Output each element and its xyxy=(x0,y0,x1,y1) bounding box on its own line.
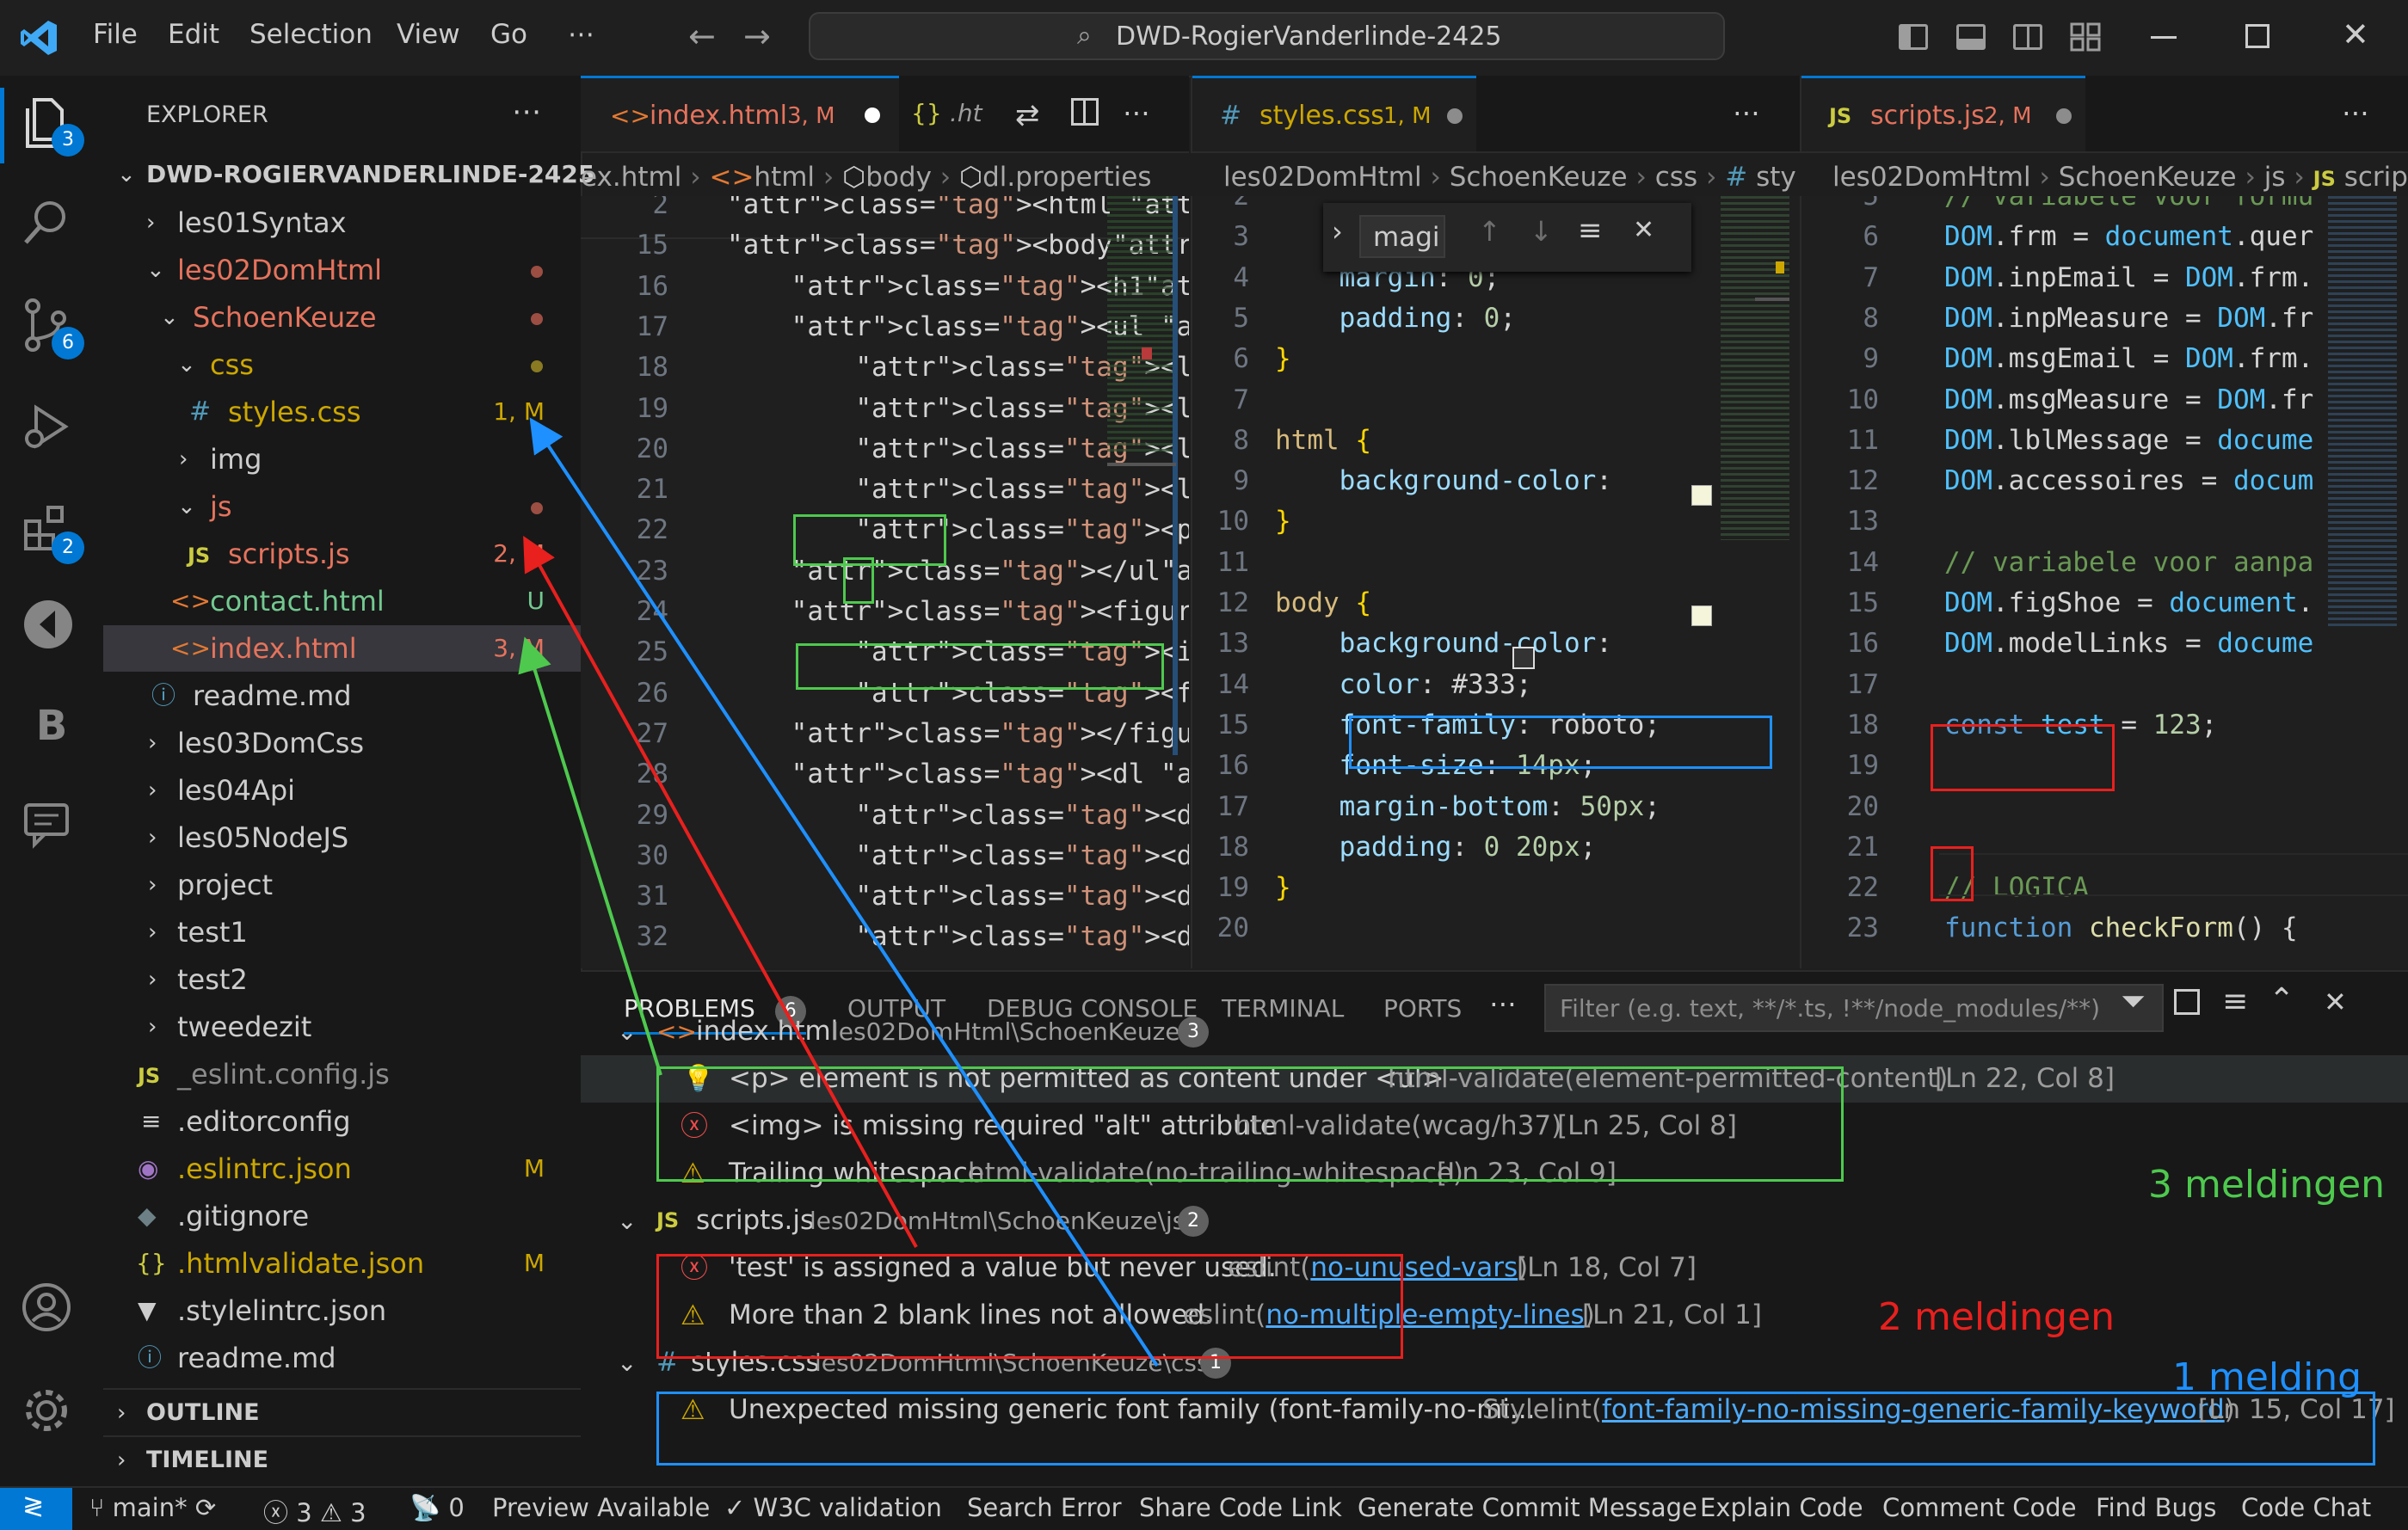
branch-icon: ⑂ xyxy=(89,1493,105,1522)
error-icon: ⓧ xyxy=(263,1498,289,1527)
annotation-arrows xyxy=(518,417,1159,1367)
find-bugs-status[interactable]: Find Bugs xyxy=(2096,1493,2216,1522)
search-error-status[interactable]: Search Error xyxy=(967,1493,1122,1522)
comment-code-status[interactable]: Comment Code xyxy=(1882,1493,2077,1522)
problems-status[interactable]: ⓧ 3 ⚠ 3 xyxy=(263,1493,366,1529)
branch-status[interactable]: ⑂ main* ⟳ xyxy=(89,1493,216,1522)
code-chat-status[interactable]: Code Chat xyxy=(2241,1493,2371,1522)
check-circle-icon: ✓ xyxy=(724,1493,746,1522)
share-code-link-status[interactable]: Share Code Link xyxy=(1139,1493,1342,1522)
w3c-validation-status[interactable]: ✓ W3C validation xyxy=(724,1493,942,1522)
generate-commit-status[interactable]: Generate Commit Message xyxy=(1358,1493,1697,1522)
explain-code-status[interactable]: Explain Code xyxy=(1700,1493,1863,1522)
remote-indicator[interactable]: ≷ xyxy=(0,1488,72,1530)
broadcast-icon: 📡 xyxy=(410,1493,441,1522)
warning-icon: ⚠ xyxy=(319,1498,342,1527)
blue-arrow xyxy=(529,417,1159,1367)
w3c-label: W3C validation xyxy=(753,1493,942,1522)
ports-status[interactable]: 📡 0 xyxy=(410,1493,465,1523)
branch-name: main* xyxy=(112,1493,188,1522)
status-bar: ≷ ⑂ main* ⟳ ⓧ 3 ⚠ 3 📡 0 Preview Availabl… xyxy=(0,1486,2408,1530)
remote-icon: ≷ xyxy=(22,1491,45,1521)
preview-status[interactable]: Preview Available xyxy=(492,1493,710,1522)
warning-count: 3 xyxy=(350,1498,366,1527)
red-arrow xyxy=(523,535,918,1248)
sync-icon: ⟳ xyxy=(194,1493,217,1522)
ports-count: 0 xyxy=(448,1493,465,1522)
error-count: 3 xyxy=(296,1498,312,1527)
green-arrow xyxy=(518,636,662,1076)
